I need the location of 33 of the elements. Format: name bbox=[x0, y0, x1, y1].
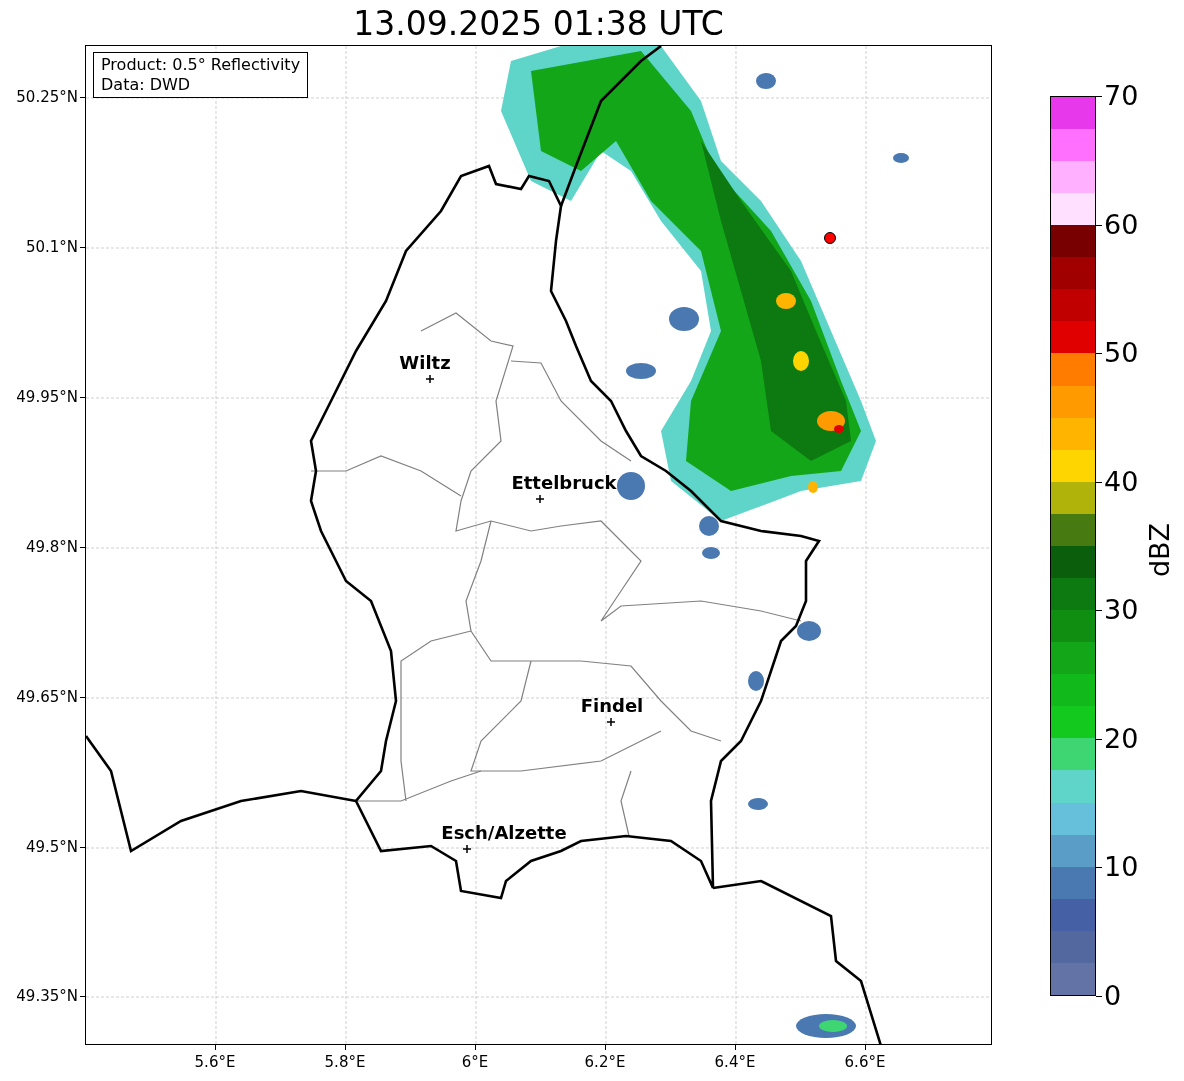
latitude-label: 49.35°N bbox=[16, 987, 78, 1005]
latitude-label: 49.95°N bbox=[16, 388, 78, 406]
city-marker-icon bbox=[463, 845, 471, 853]
longitude-label: 6.4°E bbox=[714, 1053, 756, 1071]
colorbar-tick-label: 20 bbox=[1104, 723, 1139, 754]
longitude-label: 6.6°E bbox=[844, 1053, 886, 1071]
colorbar-tick-label: 50 bbox=[1104, 338, 1139, 369]
info-text: Data: DWD bbox=[101, 75, 192, 95]
latitude-label: 50.1°N bbox=[25, 238, 78, 256]
chart-title: 13.09.2025 01:38 UTC bbox=[353, 4, 724, 43]
latitude-label: 49.65°N bbox=[16, 688, 78, 706]
latitude-label: 50.25°N bbox=[16, 88, 78, 106]
colorbar-tick-label: 70 bbox=[1104, 81, 1139, 111]
colorbar-tick-label: 60 bbox=[1104, 209, 1139, 240]
longitude-label: 5.6°E bbox=[194, 1053, 236, 1071]
city-label: Ettelbruck bbox=[511, 473, 617, 493]
latitude-label: 49.5°N bbox=[25, 838, 78, 856]
latitude-label: 49.8°N bbox=[25, 538, 78, 556]
city-marker-icon bbox=[426, 375, 434, 383]
city-marker-icon bbox=[536, 495, 544, 503]
longitude-label: 5.8°E bbox=[324, 1053, 366, 1071]
colorbar-tick-label: 40 bbox=[1104, 466, 1139, 497]
city-label: Wiltz bbox=[399, 353, 451, 373]
city-label: Findel bbox=[580, 696, 644, 716]
longitude-label: 6°E bbox=[461, 1053, 489, 1071]
city-label: Esch/Alzette bbox=[441, 823, 567, 843]
colorbar-tick-label: 10 bbox=[1104, 852, 1139, 883]
info-text: Product: 0.5° Reflectivity bbox=[101, 55, 301, 75]
longitude-label: 6.2°E bbox=[584, 1053, 626, 1071]
colorbar-label: dBZ bbox=[1145, 522, 1175, 578]
city-marker-icon bbox=[607, 718, 615, 726]
colorbar-tick-label: 30 bbox=[1104, 595, 1139, 626]
colorbar-tick-label: 0 bbox=[1104, 981, 1122, 1011]
